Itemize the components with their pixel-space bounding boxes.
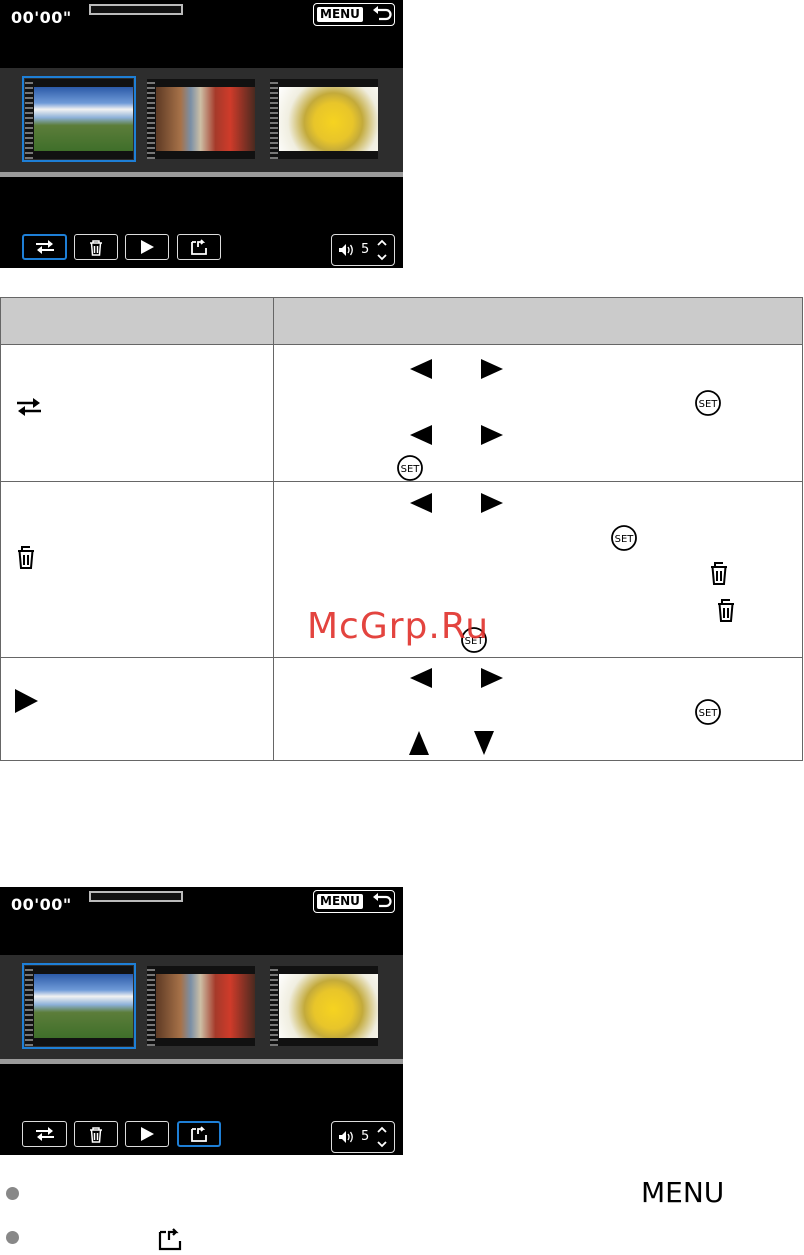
- clip-thumbnail-2[interactable]: [147, 79, 255, 159]
- elapsed-time: 00'00": [11, 895, 72, 914]
- trash-icon: [18, 546, 34, 569]
- right-arrow-icon: [481, 493, 503, 513]
- left-arrow-icon: [410, 425, 432, 445]
- play-clip-button[interactable]: [125, 1121, 169, 1147]
- trash-icon: [90, 240, 102, 256]
- play-icon: [15, 689, 38, 713]
- set-button-icon: SET: [611, 525, 637, 551]
- return-arrow-icon: [373, 893, 392, 908]
- menu-back-button[interactable]: MENU: [313, 890, 395, 913]
- swap-row-description-cell: SET SET: [273, 344, 803, 482]
- up-down-arrows-icon: [377, 239, 387, 261]
- up-arrow-icon: [409, 731, 429, 755]
- clip-thumbnail-1[interactable]: [22, 963, 136, 1049]
- watermark: McGrp.Ru: [307, 606, 490, 647]
- save-album-button[interactable]: [177, 234, 221, 260]
- menu-label: MENU: [317, 7, 363, 22]
- clip-thumbnail-2[interactable]: [147, 966, 255, 1046]
- speaker-icon: [339, 244, 353, 256]
- trash-icon: [90, 1127, 102, 1143]
- clip-thumbnail-3[interactable]: [270, 966, 378, 1046]
- delete-clip-button[interactable]: [74, 1121, 118, 1147]
- swap-clip-button[interactable]: [22, 234, 67, 260]
- svg-text:SET: SET: [615, 534, 635, 545]
- clip-thumbnail-1[interactable]: [22, 76, 136, 162]
- return-arrow-icon: [373, 6, 392, 21]
- swap-arrows-icon: [35, 240, 54, 254]
- playback-progress-bar: [89, 4, 183, 15]
- clip-thumbnail-3[interactable]: [270, 79, 378, 159]
- left-arrow-icon: [410, 493, 432, 513]
- play-icon: [141, 1127, 154, 1141]
- bullet-dot: [6, 1187, 19, 1200]
- table-header-left: [0, 297, 274, 345]
- set-button-icon: SET: [695, 699, 721, 725]
- table-row: SET SET: [0, 344, 803, 482]
- right-arrow-icon: [481, 425, 503, 445]
- play-clip-button[interactable]: [125, 234, 169, 260]
- swap-arrows-icon: [35, 1127, 54, 1141]
- svg-text:SET: SET: [401, 464, 421, 475]
- svg-text:SET: SET: [699, 708, 719, 719]
- play-row-description-cell: SET: [273, 657, 803, 761]
- menu-label: MENU: [317, 894, 363, 909]
- menu-button-label: MENU: [641, 1176, 725, 1209]
- right-arrow-icon: [481, 359, 503, 379]
- camera-screen-bottom: 00'00" MENU 5: [0, 887, 403, 1155]
- trash-icon: [718, 599, 734, 622]
- delete-clip-button[interactable]: [74, 234, 118, 260]
- save-icon: [191, 239, 207, 255]
- table-row: SET: [0, 657, 803, 761]
- volume-control[interactable]: 5: [331, 234, 395, 266]
- timeline-divider: [0, 1059, 403, 1064]
- set-button-icon: SET: [397, 455, 423, 481]
- volume-level: 5: [361, 1129, 370, 1144]
- operations-table: SET SET SET SET SET: [0, 297, 803, 761]
- swap-clip-button[interactable]: [22, 1121, 67, 1147]
- speaker-icon: [339, 1131, 353, 1143]
- save-icon: [191, 1126, 207, 1142]
- play-row-icon-cell: [0, 657, 274, 761]
- timeline-divider: [0, 172, 403, 177]
- right-arrow-icon: [481, 668, 503, 688]
- trash-icon: [711, 562, 727, 585]
- table-header-right: [273, 297, 803, 345]
- save-album-button[interactable]: [177, 1121, 221, 1147]
- elapsed-time: 00'00": [11, 8, 72, 27]
- delete-row-icon-cell: [0, 481, 274, 658]
- menu-back-button[interactable]: MENU: [313, 3, 395, 26]
- play-icon: [141, 240, 154, 254]
- camera-screen-top: 00'00" MENU 5: [0, 0, 403, 268]
- left-arrow-icon: [410, 668, 432, 688]
- svg-text:SET: SET: [699, 399, 719, 410]
- up-down-arrows-icon: [377, 1126, 387, 1148]
- left-arrow-icon: [410, 359, 432, 379]
- down-arrow-icon: [474, 731, 494, 755]
- swap-row-icon-cell: [0, 344, 274, 482]
- bullet-dot: [6, 1231, 19, 1244]
- save-icon: [158, 1228, 182, 1251]
- volume-level: 5: [361, 242, 370, 257]
- set-button-icon: SET: [695, 390, 721, 416]
- volume-control[interactable]: 5: [331, 1121, 395, 1153]
- playback-progress-bar: [89, 891, 183, 902]
- swap-arrows-icon: [17, 398, 41, 416]
